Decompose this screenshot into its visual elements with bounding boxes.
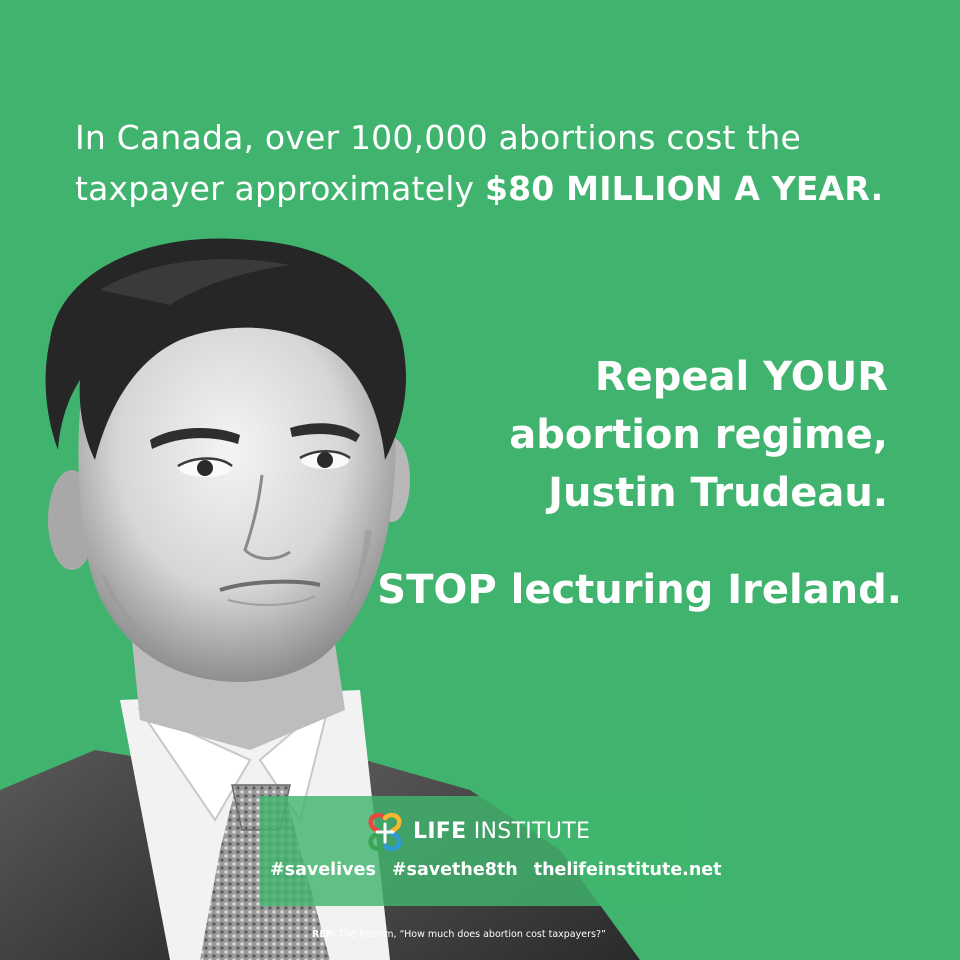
reference-text: The Interim, “How much does abortion cos… xyxy=(335,929,606,940)
brand-name-bold: LIFE xyxy=(413,819,467,844)
brand-row: LIFE INSTITUTE xyxy=(365,810,590,854)
poster: In Canada, over 100,000 abortions cost t… xyxy=(0,0,960,960)
brand-name: LIFE INSTITUTE xyxy=(413,819,590,845)
stop-lecturing-line: STOP lecturing Ireland. xyxy=(377,567,902,613)
call-line-3: Justin Trudeau. xyxy=(548,470,888,516)
headline-line-2-text: taxpayer approximately xyxy=(75,169,485,208)
hashtag-savelives[interactable]: #savelives xyxy=(270,860,376,880)
headline-emphasis: $80 MILLION A YEAR. xyxy=(484,169,884,208)
hashtag-savethe8th[interactable]: #savethe8th xyxy=(392,860,518,880)
website-link[interactable]: thelifeinstitute.net xyxy=(534,860,722,880)
call-line-2: abortion regime, xyxy=(509,412,888,458)
brand-box: LIFE INSTITUTE #savelives #savethe8th thel… xyxy=(260,796,722,906)
brand-name-rest: INSTITUTE xyxy=(466,819,591,844)
reference-label: REF: xyxy=(312,929,336,940)
call-line-1-text: Repeal xyxy=(594,354,764,400)
call-line-1-emphasis: YOUR xyxy=(763,354,888,400)
headline-line-1: In Canada, over 100,000 abortions cost t… xyxy=(75,118,802,157)
life-institute-logo-icon xyxy=(368,812,402,851)
hashtags: #savelives #savethe8th thelifeinstitute.ne… xyxy=(270,860,722,880)
reference-note: REF: The Interim, “How much does abortio… xyxy=(312,929,606,940)
call-line-1: Repeal YOUR xyxy=(368,348,888,406)
headline: In Canada, over 100,000 abortions cost t… xyxy=(75,112,935,214)
call-to-action: Repeal YOUR abortion regime, Justin Trud… xyxy=(368,348,888,522)
headline-line-2: taxpayer approximately $80 MILLION A YEA… xyxy=(75,163,935,214)
